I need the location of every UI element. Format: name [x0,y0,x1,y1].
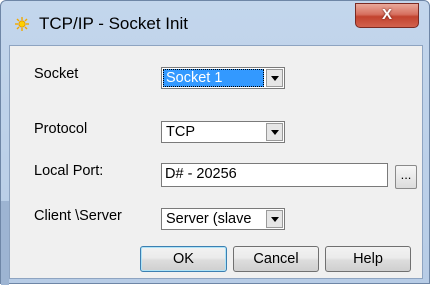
browse-button[interactable]: ... [395,165,417,189]
help-button[interactable]: Help [325,246,411,272]
dialog-window: TCP/IP - Socket Init X Socket Socket 1 P… [0,0,430,285]
local-port-field[interactable]: D# - 20256 [161,163,388,187]
client-server-select-value: Server (slave [166,211,252,227]
window-edge [1,201,9,285]
socket-select[interactable]: Socket 1 [161,67,285,89]
cancel-button[interactable]: Cancel [233,246,319,272]
sun-icon [15,17,29,31]
protocol-select-value: TCP [166,124,195,140]
ok-button[interactable]: OK [140,246,227,272]
protocol-select[interactable]: TCP [161,121,285,143]
socket-select-value: Socket 1 [163,69,264,87]
chevron-down-icon[interactable] [266,69,283,87]
close-button[interactable]: X [355,3,419,28]
client-server-label: Client \Server [34,208,122,224]
client-server-select[interactable]: Server (slave [161,208,285,230]
window-title: TCP/IP - Socket Init [39,14,188,33]
close-icon: X [381,6,392,23]
chevron-down-icon[interactable] [266,210,283,228]
local-port-label: Local Port: [34,163,104,179]
socket-label: Socket [34,66,79,82]
title-bar[interactable]: TCP/IP - Socket Init X [1,1,429,45]
protocol-label: Protocol [34,121,88,137]
dialog-body: Socket Socket 1 Protocol TCP Local Port:… [9,45,423,279]
chevron-down-icon[interactable] [266,123,283,141]
